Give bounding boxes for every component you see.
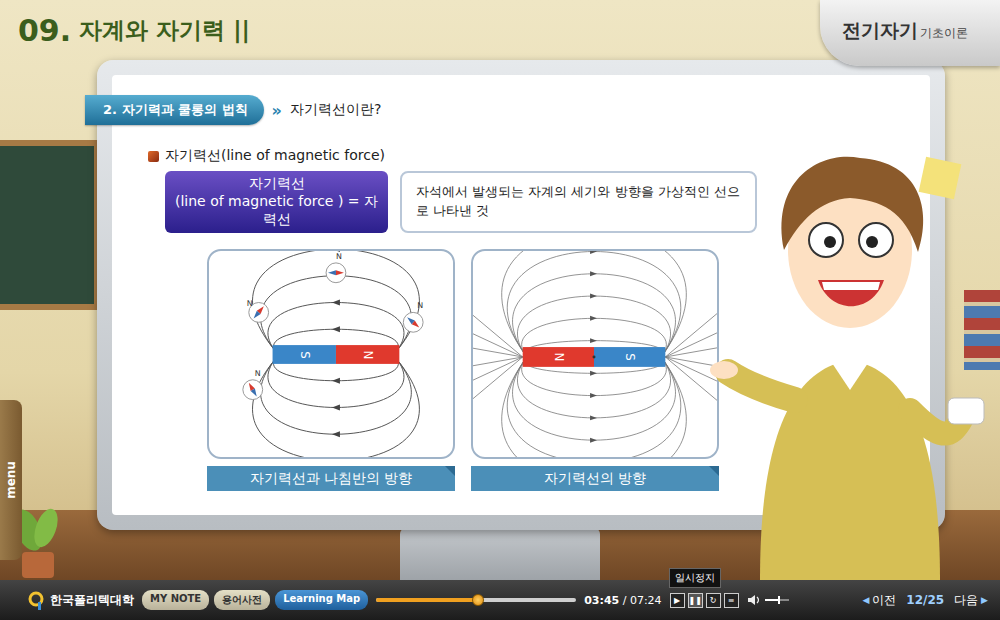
volume	[747, 594, 789, 606]
player-button[interactable]: Learning Map	[275, 590, 368, 610]
player-buttons: MY NOTE용어사전Learning Map	[142, 590, 368, 610]
logo-icon	[28, 590, 46, 610]
heading-text: 자기력선(line of magnetic force)	[165, 147, 385, 165]
page-title: 자기력선이란?	[290, 101, 381, 119]
speaker-icon[interactable]	[747, 594, 761, 606]
progress-knob[interactable]	[472, 594, 484, 606]
sticky-note	[919, 157, 962, 200]
course-subtitle: 기초이론	[920, 25, 968, 42]
course-title: 전기자기	[842, 18, 918, 44]
control-button[interactable]: ❚❚ 일시정지	[688, 593, 703, 608]
presenter-illustration	[700, 140, 1000, 580]
lecture-player: 09. 자계와 자기력 || 전기자기 기초이론 2. 자기력과 쿨롱의 법칙 …	[0, 0, 1000, 620]
control-button[interactable]: ↻	[706, 593, 721, 608]
figure-caption: 자기력선의 방향	[471, 466, 719, 491]
svg-text:S: S	[623, 353, 637, 361]
svg-text:N: N	[336, 252, 342, 261]
magnet-diagram: NS	[473, 251, 717, 457]
time-display: 03:45 / 07:24	[584, 594, 661, 607]
svg-text:N: N	[552, 353, 566, 362]
side-menu-label: menu	[4, 461, 18, 499]
lesson-title: 자계와 자기력 ||	[79, 15, 250, 46]
svg-text:N: N	[255, 369, 261, 378]
bullet-icon	[148, 151, 159, 162]
figure-caption: 자기력선과 나침반의 방향	[207, 466, 455, 491]
breadcrumb-separator: »	[272, 101, 282, 120]
monitor-stand	[400, 528, 600, 580]
player-button[interactable]: MY NOTE	[142, 590, 209, 610]
course-badge: 전기자기 기초이론	[820, 0, 1000, 66]
next-button[interactable]: 다음▶	[954, 592, 988, 609]
breadcrumb: 2. 자기력과 쿨롱의 법칙 » 자기력선이란?	[85, 95, 930, 125]
svg-text:N: N	[361, 351, 375, 360]
figure: NS 자기력선의 방향	[471, 249, 719, 491]
logo-text: 한국폴리텍대학	[50, 592, 134, 609]
control-button[interactable]: ≡	[724, 593, 739, 608]
logo: 한국폴리텍대학	[28, 590, 134, 610]
svg-text:N: N	[247, 299, 253, 308]
tooltip: 일시정지	[669, 568, 721, 588]
side-menu-tab[interactable]: menu	[0, 400, 22, 560]
definition-box: 자석에서 발생되는 자계의 세기와 방향을 가상적인 선으로 나타낸 것	[400, 171, 757, 233]
svg-text:S: S	[298, 351, 312, 359]
section-heading: 자기력선(line of magnetic force)	[148, 147, 930, 165]
classroom-scene: 2. 자기력과 쿨롱의 법칙 » 자기력선이란? 자기력선(line of ma…	[0, 60, 1000, 580]
playback-controls: ▶ ❚❚ 일시정지↻ ≡	[670, 593, 739, 608]
prev-button[interactable]: ◀이전	[862, 592, 896, 609]
term-box: 자기력선 (line of magnetic force ) = 자력선	[165, 171, 388, 233]
books	[964, 290, 1000, 370]
magnet-diagram: S N N N N N	[209, 251, 453, 457]
lesson-number: 09.	[18, 13, 71, 48]
figure: S N N N N N 자기력선과 나침반의 방향	[207, 249, 455, 491]
page-nav: ◀이전 12/25 다음▶	[862, 592, 988, 609]
figure-panel: NS	[471, 249, 719, 459]
control-button[interactable]: ▶	[670, 593, 685, 608]
progress-bar[interactable]	[376, 598, 576, 602]
figure-panel: S N N N N N	[207, 249, 455, 459]
term-name: 자기력선	[249, 175, 305, 193]
player-button[interactable]: 용어사전	[214, 590, 270, 610]
svg-text:N: N	[417, 301, 423, 310]
page-counter: 12/25	[906, 593, 944, 607]
section-pill[interactable]: 2. 자기력과 쿨롱의 법칙	[85, 95, 264, 125]
chalkboard	[0, 140, 100, 310]
volume-slider[interactable]	[765, 599, 789, 601]
term-detail: (line of magnetic force ) = 자력선	[171, 193, 382, 229]
player-bar: 한국폴리텍대학 MY NOTE용어사전Learning Map 03:45 / …	[0, 580, 1000, 620]
